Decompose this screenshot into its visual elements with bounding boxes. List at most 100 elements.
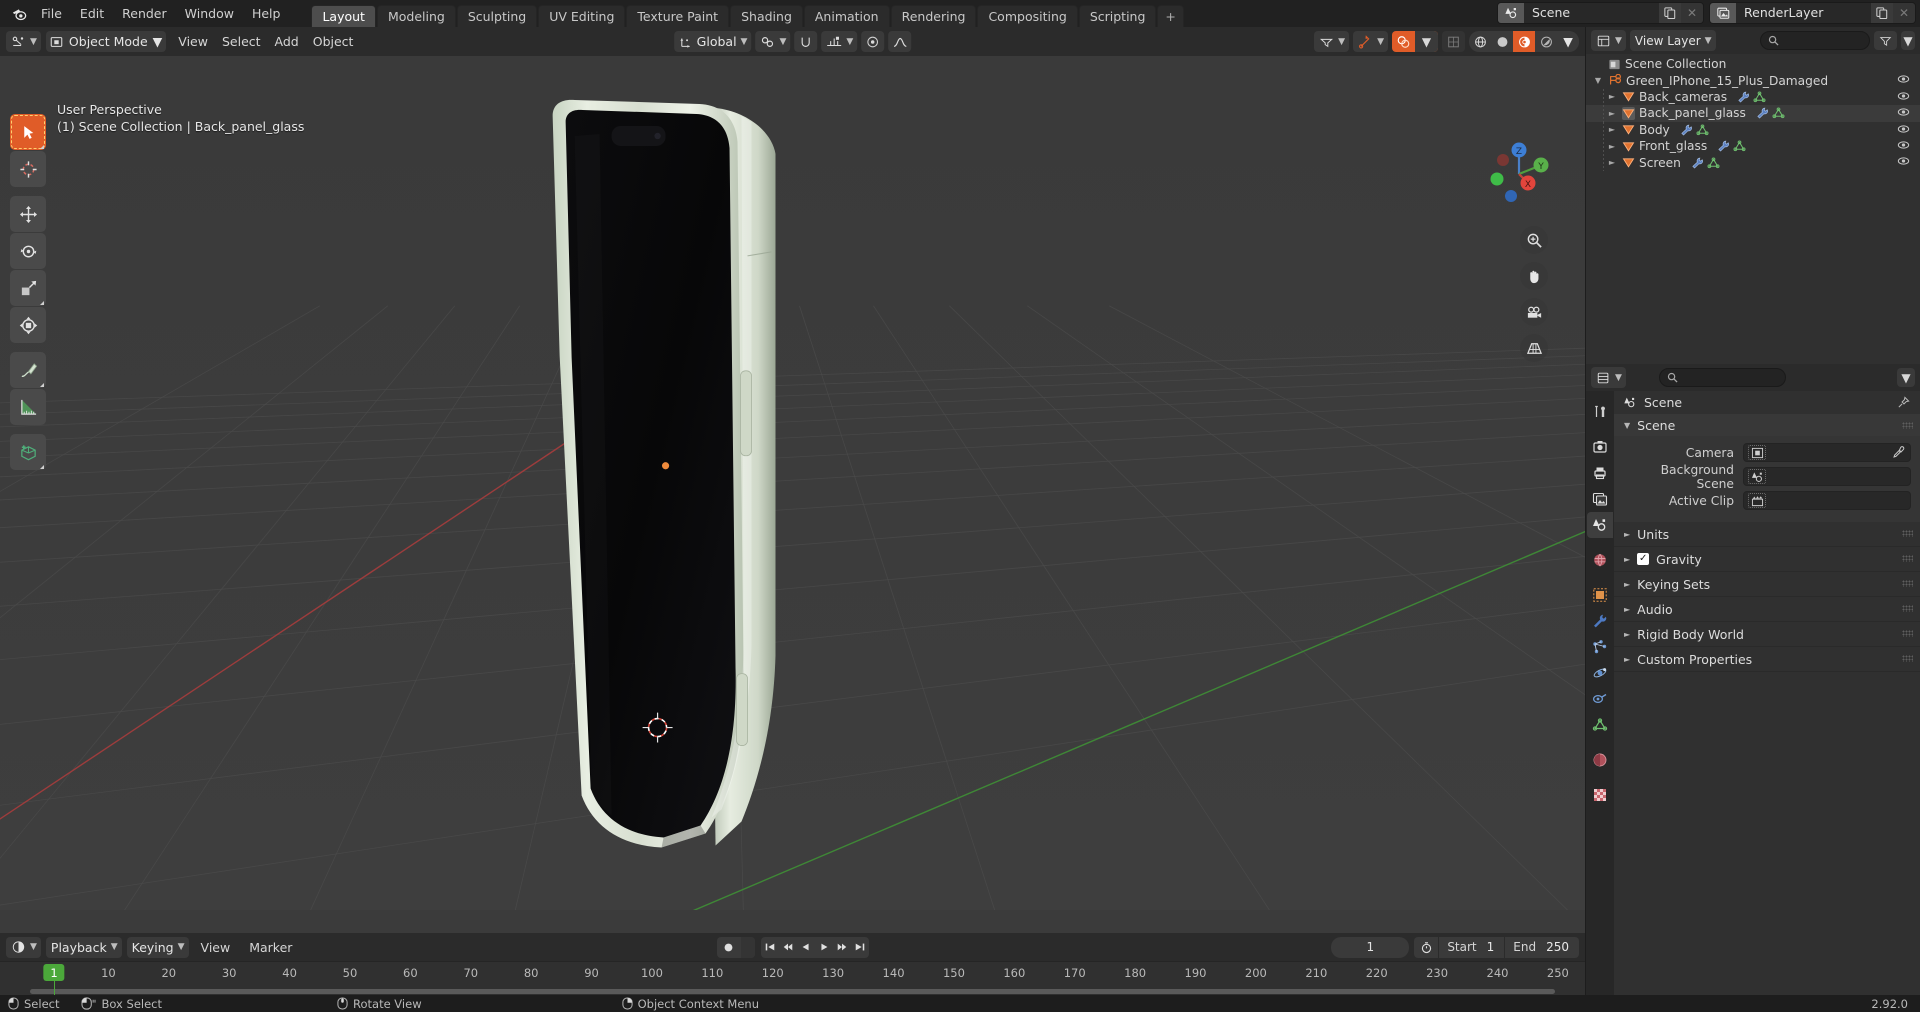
properties-options-dropdown[interactable]: ▼ (1897, 368, 1916, 387)
workspace-tab-[interactable]: + (1157, 5, 1184, 27)
mesh-data-icon[interactable] (1733, 140, 1746, 152)
visibility-selector[interactable]: ▼ (1314, 31, 1350, 52)
properties-tab-physics[interactable] (1587, 660, 1613, 686)
workspace-tab-layout[interactable]: Layout (311, 5, 376, 27)
modifier-icon[interactable] (1737, 91, 1750, 103)
use-preview-range-icon[interactable] (1414, 937, 1438, 958)
auto-keying-group[interactable] (716, 936, 755, 958)
mesh-data-icon[interactable] (1753, 91, 1766, 103)
properties-tab-view-layer[interactable] (1587, 486, 1613, 512)
auto-keying-options[interactable] (740, 936, 755, 958)
modifier-icon[interactable] (1756, 107, 1769, 119)
view-layer-selector[interactable]: RenderLayer ✕ (1709, 2, 1916, 24)
visibility-eye-icon[interactable] (1897, 73, 1910, 85)
play-reverse-button[interactable] (797, 937, 815, 958)
outliner-filter-button[interactable] (1874, 31, 1897, 50)
overlays-dropdown[interactable]: ▼ (1415, 31, 1438, 52)
shading-rendered-button[interactable] (1535, 31, 1557, 52)
outliner-display-mode[interactable]: View Layer ▼ (1629, 30, 1716, 51)
mesh-data-icon[interactable] (1707, 156, 1720, 169)
zoom-icon[interactable] (1520, 226, 1548, 254)
shading-solid-button[interactable] (1491, 31, 1513, 52)
measure-tool[interactable] (10, 389, 46, 425)
outliner-item-back_panel_glass[interactable]: ► Back_panel_glass (1586, 105, 1920, 122)
new-view-layer-button[interactable] (1871, 3, 1893, 23)
visibility-eye-icon[interactable] (1897, 155, 1910, 167)
menu-edit[interactable]: Edit (71, 3, 113, 24)
new-scene-button[interactable] (1659, 3, 1681, 23)
outliner-root-row[interactable]: ▼ Scene Collection (1586, 56, 1920, 72)
jump-start-button[interactable] (761, 937, 779, 958)
panel-rigid-body-world[interactable]: ► Rigid Body World (1614, 622, 1920, 647)
scene-panel-header[interactable]: ▼ Scene (1614, 414, 1920, 436)
next-keyframe-button[interactable] (833, 937, 851, 958)
properties-tab-object[interactable] (1587, 582, 1613, 608)
workspace-tab-animation[interactable]: Animation (803, 5, 890, 27)
visibility-eye-icon[interactable] (1897, 139, 1910, 151)
scale-tool[interactable] (10, 270, 46, 306)
viewport-menu-select[interactable]: Select (215, 31, 268, 52)
menu-window[interactable]: Window (176, 3, 243, 24)
current-frame-field[interactable]: 1 (1331, 936, 1410, 958)
workspace-tab-texture-paint[interactable]: Texture Paint (626, 5, 730, 27)
panel-gravity[interactable]: ► ✓ Gravity (1614, 547, 1920, 572)
move-tool[interactable] (10, 196, 46, 232)
timeline-ruler[interactable]: 10 20 30 40 50 60 70 80 90 100 110 120 130 140 150 160 1… (0, 961, 1585, 995)
outliner-tree[interactable]: ▼ Scene Collection ▼ Green_IPhone_15_Plus… (1586, 54, 1920, 364)
timeline-view-menu[interactable]: View (194, 937, 238, 958)
xray-toggle[interactable] (1442, 31, 1465, 52)
mesh-data-icon[interactable] (1696, 124, 1709, 136)
transform-orientation-selector[interactable]: Global ▼ (673, 31, 752, 52)
cursor-tool[interactable] (10, 151, 46, 187)
modifier-icon[interactable] (1717, 140, 1730, 152)
outliner-item-front_glass[interactable]: ► Front_glass (1586, 137, 1920, 155)
outliner-filter-dropdown[interactable]: ▼ (1901, 31, 1915, 50)
workspace-tab-scripting[interactable]: Scripting (1078, 5, 1157, 27)
shading-dropdown[interactable]: ▼ (1557, 31, 1579, 52)
remove-view-layer-button[interactable]: ✕ (1893, 3, 1915, 23)
transform-tool[interactable] (10, 307, 46, 343)
shading-wireframe-button[interactable] (1469, 31, 1491, 52)
outliner-search-input[interactable] (1760, 31, 1870, 50)
menu-help[interactable]: Help (243, 3, 290, 24)
navigation-gizmo[interactable]: Z Y X (1481, 136, 1557, 212)
proportional-editing-toggle[interactable] (861, 31, 885, 52)
unlink-scene-button[interactable]: ✕ (1681, 3, 1703, 23)
visibility-eye-icon[interactable] (1897, 90, 1910, 102)
editor-type-selector[interactable]: ▼ (6, 31, 41, 52)
interaction-mode-selector[interactable]: Object Mode ▼ (45, 31, 167, 52)
snap-toggle[interactable] (794, 31, 818, 52)
viewport-menu-view[interactable]: View (171, 31, 215, 52)
properties-tab-output[interactable] (1587, 460, 1613, 486)
property-field-camera[interactable] (1743, 443, 1911, 462)
outliner-item-green_iphone_15_plus_damaged[interactable]: ▼ Green_IPhone_15_Plus_Damaged (1586, 72, 1920, 88)
workspace-tab-uv-editing[interactable]: UV Editing (538, 5, 626, 27)
rotate-tool[interactable] (10, 233, 46, 269)
camera-view-icon[interactable] (1520, 298, 1548, 326)
disclosure-icon[interactable]: ► (1606, 109, 1618, 118)
menu-file[interactable]: File (32, 3, 71, 24)
proportional-editing-selector[interactable]: ▼ (821, 31, 858, 52)
properties-editor-type-selector[interactable]: ▼ (1591, 367, 1626, 388)
properties-tab-modifiers[interactable] (1587, 608, 1613, 634)
properties-tab-render[interactable] (1587, 434, 1613, 460)
shading-material-button[interactable] (1513, 31, 1535, 52)
properties-tab-tool[interactable] (1587, 399, 1613, 425)
viewport-menu-add[interactable]: Add (268, 31, 306, 52)
pin-icon[interactable] (1897, 396, 1910, 409)
play-button[interactable] (815, 937, 833, 958)
properties-tab-particles[interactable] (1587, 634, 1613, 660)
properties-search-input[interactable] (1658, 368, 1787, 387)
outliner-editor-type-selector[interactable]: ▼ (1591, 30, 1626, 51)
frame-range-group[interactable]: Start 1 End 250 (1414, 936, 1579, 958)
disclosure-icon[interactable]: ► (1606, 92, 1618, 101)
view-layer-name-field[interactable]: RenderLayer (1736, 3, 1871, 23)
disclosure-icon[interactable]: ► (1606, 142, 1618, 151)
menu-render[interactable]: Render (113, 3, 176, 24)
annotate-tool[interactable] (10, 352, 46, 388)
property-field-active-clip[interactable] (1743, 491, 1911, 510)
start-frame-value[interactable]: 1 (1485, 937, 1505, 958)
proportional-falloff-selector[interactable] (888, 31, 912, 52)
mesh-data-icon[interactable] (1772, 107, 1785, 119)
jump-end-button[interactable] (851, 937, 869, 958)
